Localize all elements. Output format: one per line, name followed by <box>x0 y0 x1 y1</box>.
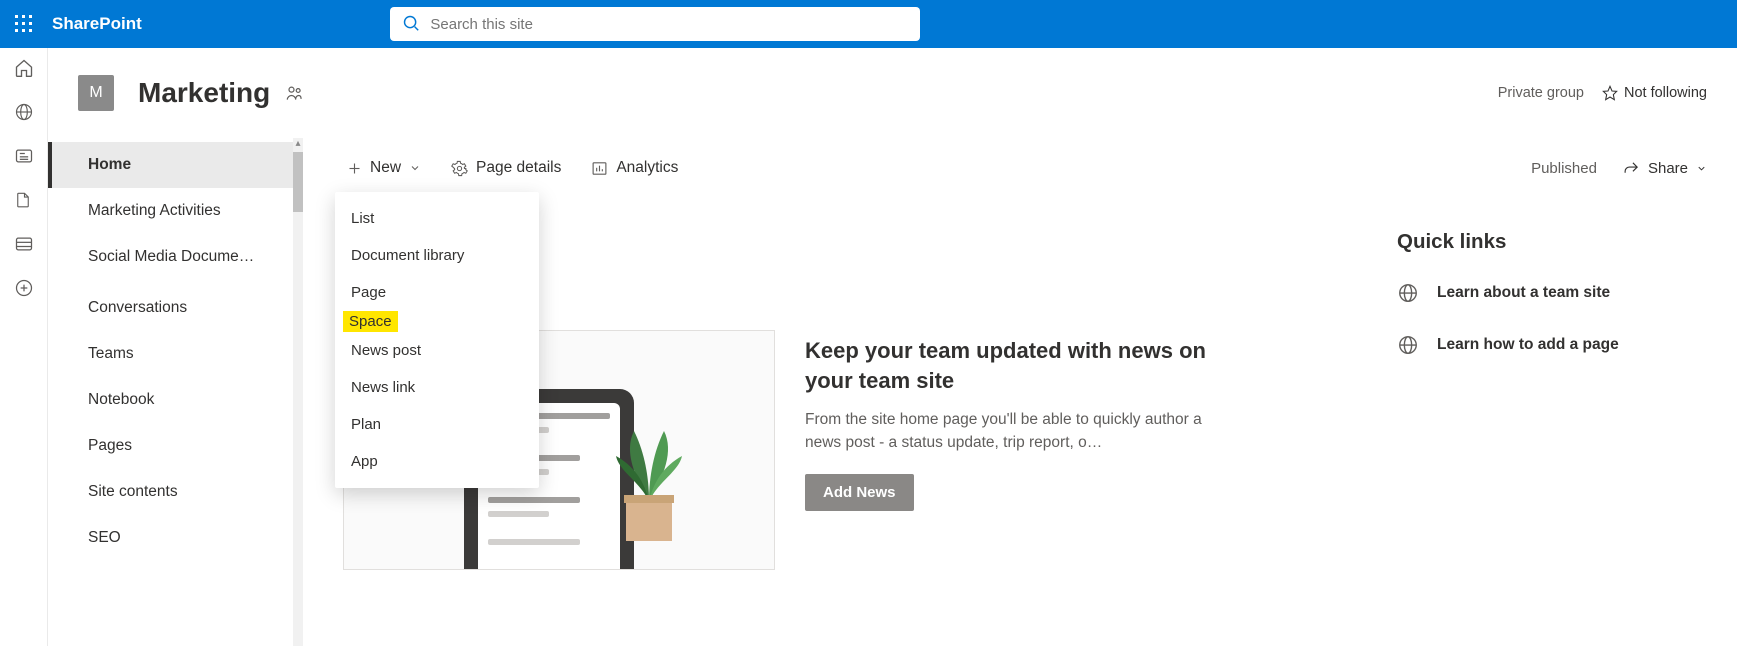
menu-item-document-library[interactable]: Document library <box>335 237 539 274</box>
search-icon <box>402 14 420 37</box>
share-button[interactable]: Share <box>1623 160 1707 177</box>
follow-label: Not following <box>1624 85 1707 101</box>
new-label: New <box>370 159 401 177</box>
home-icon[interactable] <box>14 58 34 78</box>
analytics-label: Analytics <box>616 159 678 177</box>
news-hero-text: Keep your team updated with news on your… <box>805 330 1235 570</box>
quick-links-title: Quick links <box>1397 230 1697 254</box>
top-bar: SharePoint <box>0 0 1737 48</box>
app-launcher-button[interactable] <box>8 8 40 40</box>
site-logo[interactable]: M <box>78 75 114 111</box>
nav-scrollbar-thumb[interactable] <box>293 152 303 212</box>
nav-item-social-media-documents[interactable]: Social Media Docume… <box>48 234 303 285</box>
globe-icon[interactable] <box>14 102 34 122</box>
follow-button[interactable]: Not following <box>1602 85 1707 101</box>
nav-item-teams[interactable]: Teams <box>48 331 303 377</box>
command-bar-right: Published Share <box>1531 160 1707 177</box>
page: M Marketing Private group Not following … <box>48 48 1737 646</box>
add-icon[interactable] <box>14 278 34 298</box>
quick-link-label: Learn how to add a page <box>1437 336 1619 354</box>
quick-links: Quick links Learn about a team site Lear… <box>1397 230 1697 386</box>
menu-item-news-post[interactable]: News post <box>335 332 539 369</box>
new-button[interactable]: New <box>343 153 425 183</box>
globe-icon <box>1397 334 1419 356</box>
nav-item-conversations[interactable]: Conversations <box>48 285 303 331</box>
menu-item-plan[interactable]: Plan <box>335 406 539 443</box>
search-wrap <box>390 7 920 41</box>
plus-icon <box>347 161 362 176</box>
share-icon <box>1623 160 1640 177</box>
nav-item-marketing-activities[interactable]: Marketing Activities <box>48 188 303 234</box>
menu-item-page[interactable]: Page <box>335 274 539 311</box>
site-nav: Home Marketing Activities Social Media D… <box>48 138 303 646</box>
list-icon[interactable] <box>14 234 34 254</box>
site-header: M Marketing Private group Not following <box>48 48 1737 138</box>
quick-link-learn-team-site[interactable]: Learn about a team site <box>1397 282 1697 304</box>
plant-graphic <box>604 421 694 551</box>
analytics-button[interactable]: Analytics <box>587 153 682 183</box>
globe-icon <box>1397 282 1419 304</box>
teams-icon[interactable] <box>284 83 304 103</box>
nav-item-seo[interactable]: SEO <box>48 515 303 561</box>
file-icon[interactable] <box>14 190 34 210</box>
page-details-button[interactable]: Page details <box>447 153 565 183</box>
menu-item-list[interactable]: List <box>335 200 539 237</box>
quick-link-add-page[interactable]: Learn how to add a page <box>1397 334 1697 356</box>
page-details-label: Page details <box>476 159 561 177</box>
site-title: Marketing <box>138 77 270 109</box>
search-input[interactable] <box>390 7 920 41</box>
site-header-right: Private group Not following <box>1498 85 1707 101</box>
nav-item-site-contents[interactable]: Site contents <box>48 469 303 515</box>
nav-item-home[interactable]: Home <box>48 142 303 188</box>
below-header: Home Marketing Activities Social Media D… <box>48 138 1737 646</box>
nav-item-pages[interactable]: Pages <box>48 423 303 469</box>
left-rail <box>0 48 48 646</box>
add-news-button[interactable]: Add News <box>805 474 914 511</box>
privacy-label: Private group <box>1498 85 1584 101</box>
star-icon <box>1602 85 1618 101</box>
share-label: Share <box>1648 160 1688 177</box>
news-hero-title: Keep your team updated with news on your… <box>805 336 1235 395</box>
analytics-icon <box>591 160 608 177</box>
menu-item-news-link[interactable]: News link <box>335 369 539 406</box>
nav-item-notebook[interactable]: Notebook <box>48 377 303 423</box>
gear-icon <box>451 160 468 177</box>
chevron-down-icon <box>1696 163 1707 174</box>
news-icon[interactable] <box>14 146 34 166</box>
published-label: Published <box>1531 160 1597 177</box>
content-area: New Page details Analytics Published Sha… <box>303 138 1737 646</box>
quick-link-label: Learn about a team site <box>1437 284 1610 302</box>
command-bar: New Page details Analytics Published Sha… <box>343 138 1707 198</box>
nav-scrollbar-track[interactable]: ▴ <box>293 138 303 646</box>
news-hero-desc: From the site home page you'll be able t… <box>805 409 1235 454</box>
menu-item-space[interactable]: Space <box>343 311 398 332</box>
menu-item-app[interactable]: App <box>335 443 539 480</box>
waffle-icon <box>15 15 33 33</box>
chevron-down-icon <box>409 162 421 174</box>
scroll-up-icon[interactable]: ▴ <box>293 138 303 150</box>
new-menu: List Document library Page Space News po… <box>335 192 539 488</box>
brand-label[interactable]: SharePoint <box>52 14 142 34</box>
